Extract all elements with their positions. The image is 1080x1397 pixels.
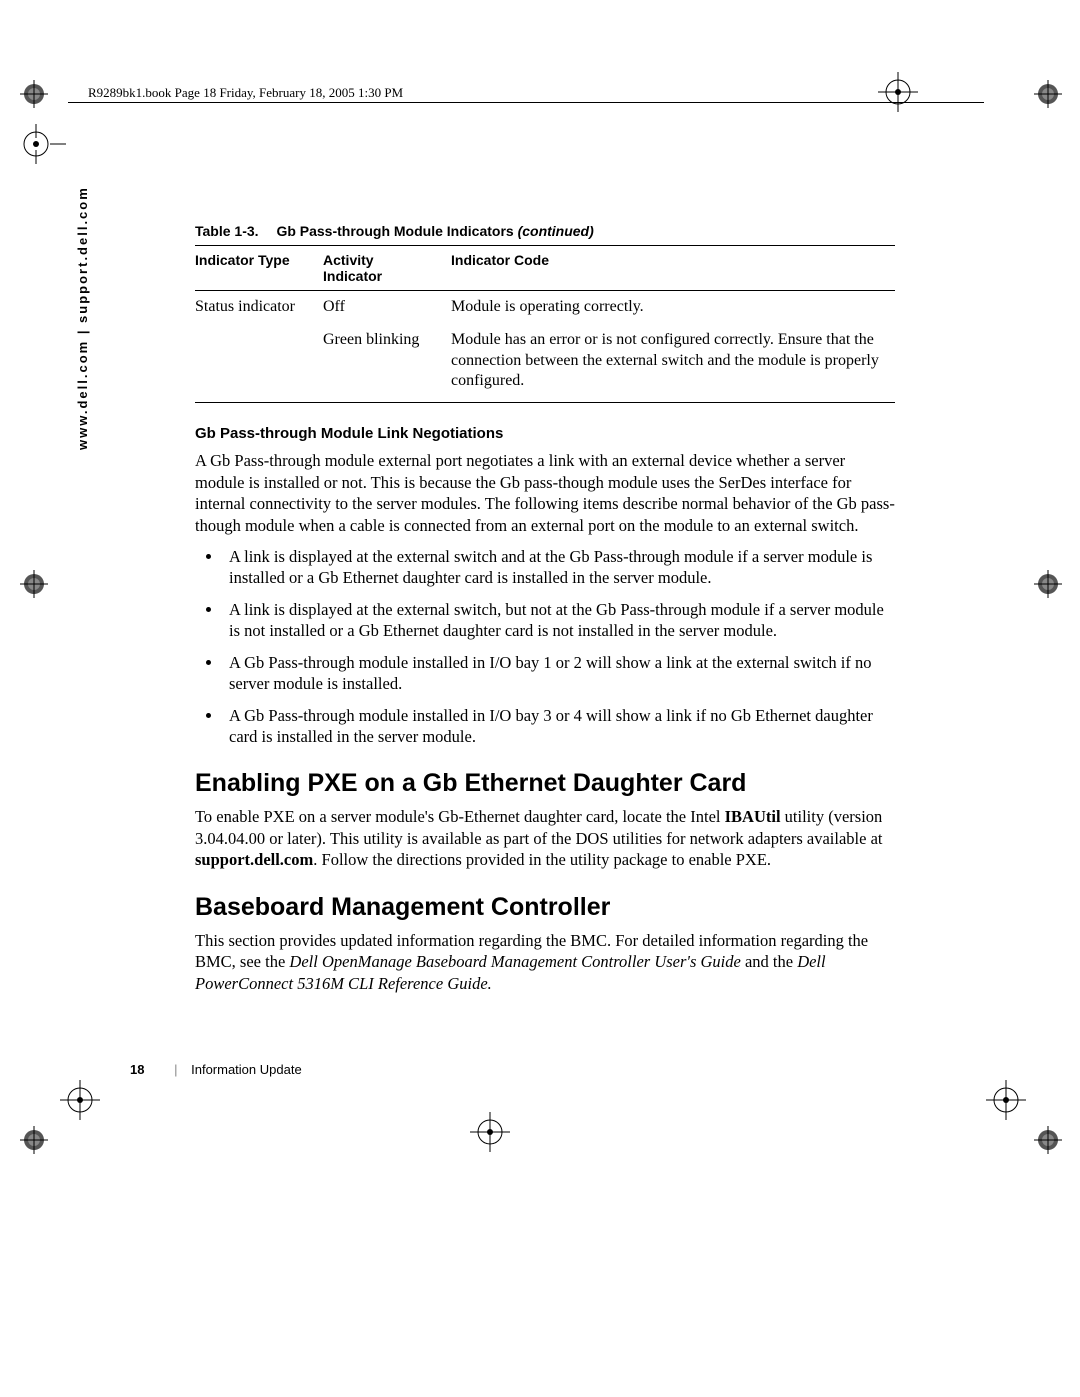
- side-url-text: www.dell.com | support.dell.com: [75, 186, 90, 450]
- heading-enable-pxe: Enabling PXE on a Gb Ethernet Daughter C…: [195, 769, 895, 798]
- reg-mark-bot-left-outer: [20, 1126, 48, 1154]
- reg-mark-mid-left-outer: [20, 570, 48, 598]
- footer-section-title: Information Update: [191, 1062, 302, 1077]
- cell-indicator-type: Status indicator: [195, 291, 323, 324]
- reg-mark-bot-right-outer: [1034, 1126, 1062, 1154]
- table-caption-label: Table 1-3.: [195, 223, 259, 239]
- reg-mark-bot-center: [470, 1112, 510, 1152]
- bold-support-dell: support.dell.com: [195, 850, 313, 869]
- page: R9289bk1.book Page 18 Friday, February 1…: [0, 0, 1080, 1397]
- page-number: 18: [130, 1062, 144, 1077]
- reg-mark-inner-left: [6, 124, 66, 164]
- text-run: To enable PXE on a server module's Gb-Et…: [195, 807, 725, 826]
- text-run: . Follow the directions provided in the …: [313, 850, 771, 869]
- paragraph-enable-pxe: To enable PXE on a server module's Gb-Et…: [195, 806, 895, 870]
- indicator-table: Indicator Type Activity Indicator Indica…: [195, 245, 895, 403]
- italic-bmc-guide: Dell OpenManage Baseboard Management Con…: [289, 952, 740, 971]
- footer-separator: |: [174, 1062, 177, 1077]
- page-footer: 18 | Information Update: [130, 1062, 302, 1077]
- running-header: R9289bk1.book Page 18 Friday, February 1…: [88, 85, 403, 101]
- header-rule: [68, 102, 984, 103]
- list-item: A Gb Pass-through module installed in I/…: [223, 652, 895, 695]
- heading-bmc: Baseboard Management Controller: [195, 893, 895, 922]
- table-caption-continued: (continued): [518, 223, 594, 239]
- cell-activity: Green blinking: [323, 324, 451, 403]
- text-run: and the: [741, 952, 797, 971]
- th-activity-indicator: Activity Indicator: [323, 246, 451, 291]
- bullet-list: A link is displayed at the external swit…: [213, 546, 895, 748]
- subheading-link-negotiations: Gb Pass-through Module Link Negotiations: [195, 425, 895, 442]
- cell-indicator-type: [195, 324, 323, 403]
- th-activity-l1: Activity: [323, 252, 374, 268]
- cell-activity: Off: [323, 291, 451, 324]
- list-item: A link is displayed at the external swit…: [223, 546, 895, 589]
- reg-mark-top-left-outer: [20, 80, 48, 108]
- paragraph-bmc: This section provides updated informatio…: [195, 930, 895, 994]
- reg-mark-bot-right-inner: [986, 1080, 1026, 1120]
- th-indicator-type: Indicator Type: [195, 246, 323, 291]
- reg-mark-mid-right-outer: [1034, 570, 1062, 598]
- main-content: Table 1-3. Gb Pass-through Module Indica…: [195, 223, 895, 1004]
- th-activity-l2: Indicator: [323, 268, 382, 284]
- cell-code: Module is operating correctly.: [451, 291, 895, 324]
- table-row: Green blinking Module has an error or is…: [195, 324, 895, 403]
- list-item: A link is displayed at the external swit…: [223, 599, 895, 642]
- bold-ibautil: IBAUtil: [725, 807, 781, 826]
- reg-mark-bot-left-inner: [60, 1080, 100, 1120]
- table-caption: Table 1-3. Gb Pass-through Module Indica…: [195, 223, 895, 239]
- cell-code: Module has an error or is not configured…: [451, 324, 895, 403]
- list-item: A Gb Pass-through module installed in I/…: [223, 705, 895, 748]
- table-caption-title: Gb Pass-through Module Indicators: [276, 223, 517, 239]
- paragraph-link-negotiations: A Gb Pass-through module external port n…: [195, 450, 895, 536]
- th-indicator-code: Indicator Code: [451, 246, 895, 291]
- reg-mark-top-right-inner: [878, 72, 918, 112]
- table-header-row: Indicator Type Activity Indicator Indica…: [195, 246, 895, 291]
- reg-mark-top-right-outer: [1034, 80, 1062, 108]
- table-row: Status indicator Off Module is operating…: [195, 291, 895, 324]
